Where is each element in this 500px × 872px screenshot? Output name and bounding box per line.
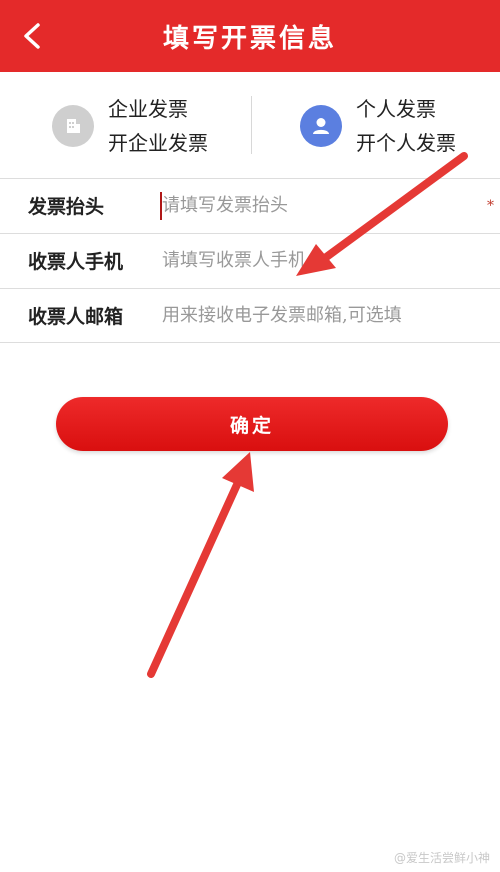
- confirm-button[interactable]: 确定: [56, 397, 448, 451]
- email-label: 收票人邮箱: [28, 306, 124, 328]
- company-radio[interactable]: [52, 105, 94, 147]
- arrow-to-confirm-button: [147, 452, 254, 678]
- personal-radio[interactable]: [300, 105, 342, 147]
- form-row-invoice-title: 发票抬头 *: [0, 178, 500, 232]
- phone-label: 收票人手机: [28, 251, 124, 273]
- form-row-email: 收票人邮箱: [0, 288, 500, 342]
- invoice-title-label: 发票抬头: [28, 196, 105, 218]
- person-icon: [313, 118, 329, 134]
- type-divider: [251, 96, 252, 154]
- form-bottom-divider: [0, 342, 500, 343]
- chevron-left-icon: [24, 23, 40, 49]
- invoice-type-personal-name: 个人发票: [356, 97, 436, 121]
- watermark: @爱生活尝鲜小神: [393, 851, 490, 865]
- page-title: 填写开票信息: [162, 23, 337, 54]
- invoice-type-company[interactable]: 企业发票 开企业发票: [0, 72, 250, 180]
- email-input[interactable]: [162, 295, 472, 336]
- phone-input[interactable]: [162, 240, 472, 281]
- invoice-type-selector: 企业发票 开企业发票 个人发票 开个人发票: [0, 72, 500, 180]
- building-icon: [67, 119, 80, 133]
- required-mark: *: [487, 197, 494, 214]
- back-button[interactable]: [14, 18, 50, 54]
- invoice-type-company-subtitle: 开企业发票: [108, 131, 208, 155]
- header-bar: 填写开票信息: [0, 0, 500, 72]
- invoice-type-company-name: 企业发票: [108, 97, 188, 121]
- invoice-type-personal-subtitle: 开个人发票: [356, 131, 456, 155]
- invoice-title-input[interactable]: [162, 185, 472, 226]
- text-cursor: [160, 191, 162, 220]
- form-row-phone: 收票人手机: [0, 233, 500, 287]
